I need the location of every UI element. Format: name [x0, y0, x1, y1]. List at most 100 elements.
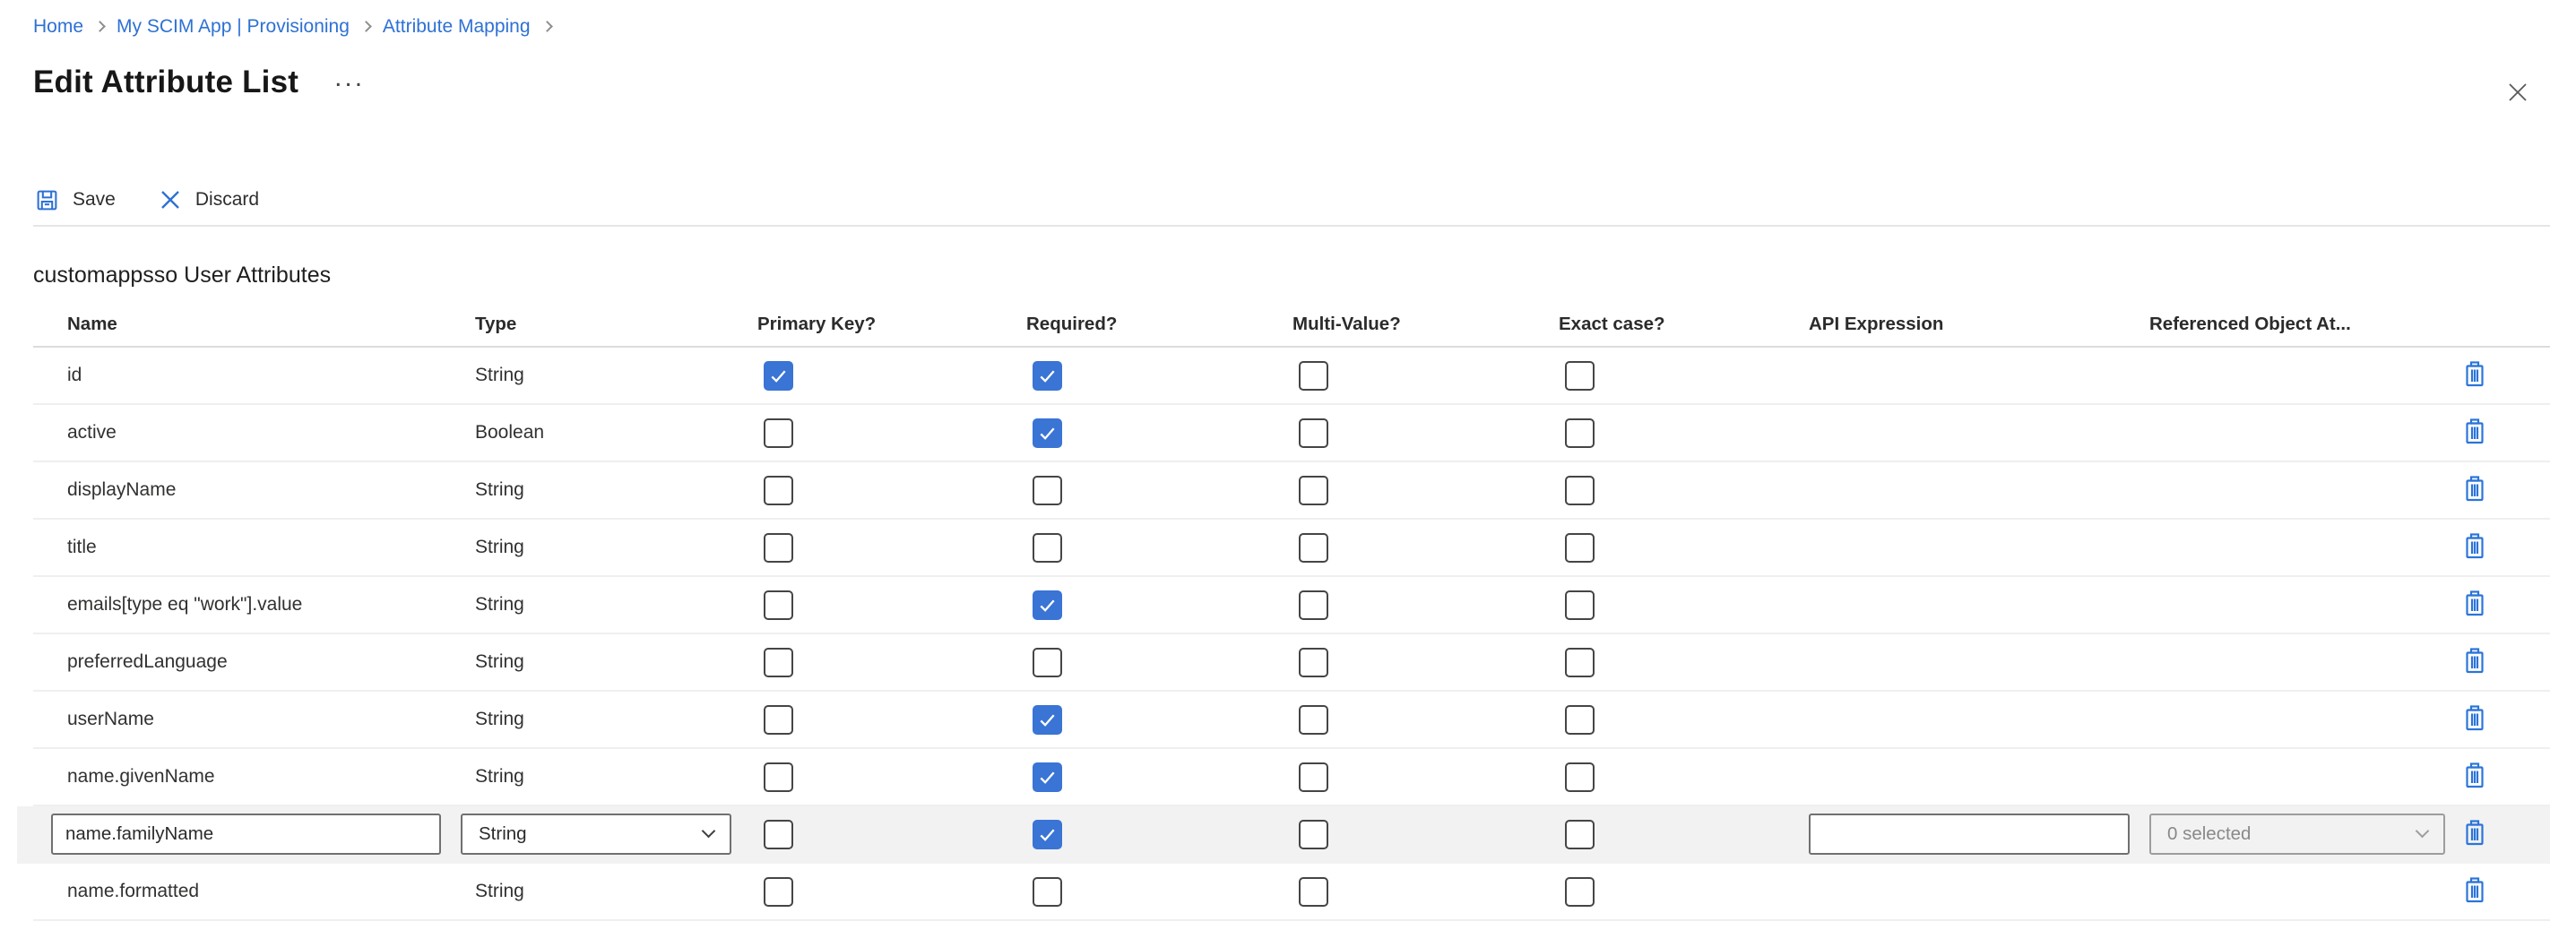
- checkmark-icon: [1037, 824, 1058, 845]
- column-header-multi-value: Multi-Value?: [1292, 314, 1559, 335]
- trash-icon: [2462, 360, 2487, 388]
- multi-value-checkbox[interactable]: [1299, 762, 1328, 792]
- multi-value-checkbox[interactable]: [1299, 361, 1328, 391]
- attribute-type: Boolean: [475, 422, 757, 443]
- required-checkbox[interactable]: [1033, 590, 1062, 620]
- breadcrumb: Home My SCIM App | Provisioning Attribut…: [0, 0, 2576, 39]
- multi-value-checkbox[interactable]: [1299, 476, 1328, 505]
- exact-case-checkbox[interactable]: [1565, 648, 1595, 677]
- primary-key-checkbox[interactable]: [764, 361, 793, 391]
- delete-attribute-button[interactable]: [2460, 473, 2489, 504]
- table-row: id String: [33, 348, 2550, 405]
- breadcrumb-attribute-mapping-link[interactable]: Attribute Mapping: [383, 14, 531, 39]
- exact-case-checkbox[interactable]: [1565, 476, 1595, 505]
- primary-key-checkbox[interactable]: [764, 877, 793, 907]
- chevron-right-icon: [541, 21, 553, 32]
- column-header-name: Name: [33, 314, 475, 335]
- checkmark-icon: [768, 366, 789, 386]
- delete-attribute-button[interactable]: [2460, 358, 2489, 390]
- attribute-type-select[interactable]: String: [461, 814, 731, 855]
- exact-case-checkbox[interactable]: [1565, 877, 1595, 907]
- column-header-referenced-object: Referenced Object At...: [2149, 314, 2460, 335]
- attribute-type: String: [475, 881, 757, 902]
- attribute-name: title: [33, 537, 475, 558]
- delete-attribute-button[interactable]: [2460, 817, 2489, 848]
- trash-icon: [2462, 590, 2487, 617]
- chevron-right-icon: [360, 21, 372, 32]
- table-row: active Boolean: [33, 405, 2550, 462]
- close-button[interactable]: [2503, 77, 2533, 108]
- delete-attribute-button[interactable]: [2460, 874, 2489, 906]
- multi-value-checkbox[interactable]: [1299, 418, 1328, 448]
- table-row: emails[type eq "work"].value String: [33, 577, 2550, 634]
- delete-attribute-button[interactable]: [2460, 702, 2489, 734]
- attribute-name: name.givenName: [33, 766, 475, 788]
- primary-key-checkbox[interactable]: [764, 533, 793, 563]
- checkmark-icon: [1037, 423, 1058, 443]
- primary-key-checkbox[interactable]: [764, 590, 793, 620]
- exact-case-checkbox[interactable]: [1565, 361, 1595, 391]
- multi-value-checkbox[interactable]: [1299, 590, 1328, 620]
- delete-attribute-button[interactable]: [2460, 588, 2489, 619]
- primary-key-checkbox[interactable]: [764, 418, 793, 448]
- required-checkbox[interactable]: [1033, 418, 1062, 448]
- delete-attribute-button[interactable]: [2460, 645, 2489, 676]
- type-select-value: String: [479, 823, 527, 845]
- multi-value-checkbox[interactable]: [1299, 648, 1328, 677]
- more-actions-button[interactable]: ...: [334, 63, 365, 93]
- required-checkbox[interactable]: [1033, 877, 1062, 907]
- breadcrumb-home-link[interactable]: Home: [33, 14, 83, 39]
- exact-case-checkbox[interactable]: [1565, 705, 1595, 735]
- column-header-required: Required?: [1026, 314, 1292, 335]
- delete-attribute-button[interactable]: [2460, 416, 2489, 447]
- exact-case-checkbox[interactable]: [1565, 820, 1595, 849]
- exact-case-checkbox[interactable]: [1565, 762, 1595, 792]
- primary-key-checkbox[interactable]: [764, 648, 793, 677]
- table-row: displayName String: [33, 462, 2550, 520]
- required-checkbox[interactable]: [1033, 648, 1062, 677]
- multi-value-checkbox[interactable]: [1299, 820, 1328, 849]
- table-row: userName String: [33, 692, 2550, 749]
- multi-value-checkbox[interactable]: [1299, 877, 1328, 907]
- trash-icon: [2462, 418, 2487, 445]
- required-checkbox[interactable]: [1033, 820, 1062, 849]
- required-checkbox[interactable]: [1033, 762, 1062, 792]
- attribute-name: preferredLanguage: [33, 651, 475, 673]
- exact-case-checkbox[interactable]: [1565, 533, 1595, 563]
- discard-button[interactable]: Discard: [157, 185, 261, 215]
- breadcrumb-app-provisioning-link[interactable]: My SCIM App | Provisioning: [117, 14, 350, 39]
- attribute-name: name.formatted: [33, 881, 475, 902]
- required-checkbox[interactable]: [1033, 705, 1062, 735]
- attribute-type: String: [475, 479, 757, 501]
- delete-attribute-button[interactable]: [2460, 760, 2489, 791]
- column-header-type: Type: [475, 314, 757, 335]
- attribute-type: String: [475, 594, 757, 616]
- trash-icon: [2462, 762, 2487, 789]
- attribute-name-input[interactable]: [51, 814, 441, 855]
- primary-key-checkbox[interactable]: [764, 820, 793, 849]
- primary-key-checkbox[interactable]: [764, 762, 793, 792]
- attributes-table: Name Type Primary Key? Required? Multi-V…: [33, 303, 2550, 921]
- column-header-exact-case: Exact case?: [1559, 314, 1809, 335]
- referenced-object-select[interactable]: 0 selected: [2149, 814, 2445, 855]
- delete-attribute-button[interactable]: [2460, 530, 2489, 562]
- required-checkbox[interactable]: [1033, 361, 1062, 391]
- attribute-name: userName: [33, 709, 475, 730]
- exact-case-checkbox[interactable]: [1565, 418, 1595, 448]
- save-button[interactable]: Save: [33, 185, 117, 216]
- primary-key-checkbox[interactable]: [764, 705, 793, 735]
- checkmark-icon: [1037, 710, 1058, 730]
- trash-icon: [2462, 647, 2487, 675]
- primary-key-checkbox[interactable]: [764, 476, 793, 505]
- table-row: title String: [33, 520, 2550, 577]
- multi-value-checkbox[interactable]: [1299, 533, 1328, 563]
- close-icon: [2505, 80, 2530, 105]
- attribute-name: emails[type eq "work"].value: [33, 594, 475, 616]
- required-checkbox[interactable]: [1033, 533, 1062, 563]
- attribute-type: String: [475, 709, 757, 730]
- api-expression-input[interactable]: [1809, 814, 2130, 855]
- required-checkbox[interactable]: [1033, 476, 1062, 505]
- exact-case-checkbox[interactable]: [1565, 590, 1595, 620]
- checkmark-icon: [1037, 595, 1058, 616]
- multi-value-checkbox[interactable]: [1299, 705, 1328, 735]
